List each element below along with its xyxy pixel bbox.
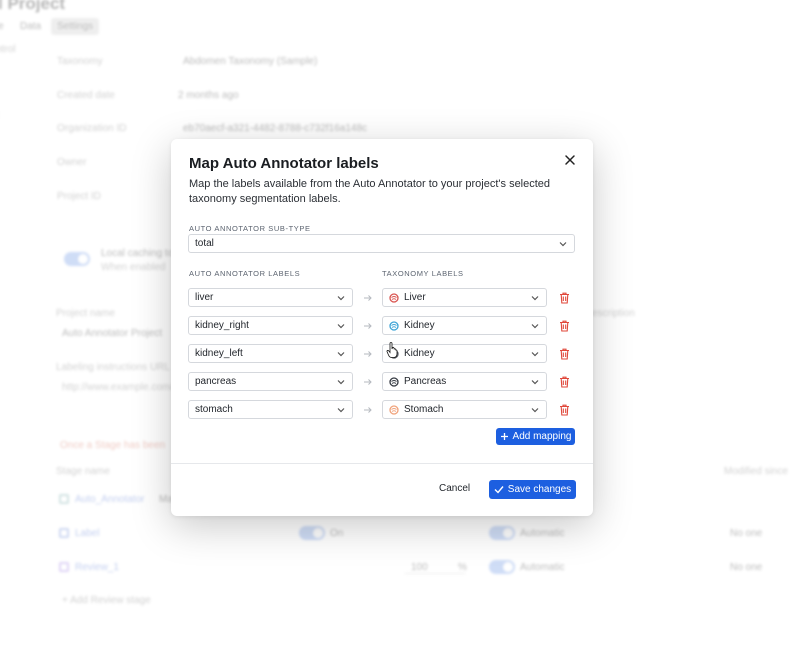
- taxonomy-label-select[interactable]: Kidney: [382, 344, 547, 363]
- source-label-select[interactable]: kidney_right: [188, 316, 353, 335]
- taxonomy-label-select[interactable]: Stomach: [382, 400, 547, 419]
- trash-icon[interactable]: [559, 376, 570, 388]
- hand-cursor-icon: [386, 342, 398, 358]
- arrow-right-icon: [364, 323, 372, 329]
- auto-annotator-labels-header: AUTO ANNOTATOR LABELS: [189, 269, 301, 278]
- organ-icon: [389, 320, 399, 331]
- plus-icon: [500, 433, 508, 440]
- organ-icon: [389, 404, 399, 415]
- chevron-down-icon: [337, 352, 345, 357]
- source-label-value: pancreas: [195, 376, 237, 387]
- taxonomy-label-select[interactable]: Pancreas: [382, 372, 547, 391]
- chevron-down-icon: [337, 408, 345, 413]
- trash-icon[interactable]: [559, 292, 570, 304]
- modal-description: Map the labels available from the Auto A…: [189, 178, 551, 205]
- check-icon: [494, 486, 504, 494]
- source-label-select[interactable]: liver: [188, 288, 353, 307]
- chevron-down-icon: [531, 324, 539, 329]
- source-label-value: stomach: [195, 404, 233, 415]
- taxonomy-label-value: Kidney: [404, 348, 435, 359]
- arrow-right-icon: [364, 407, 372, 413]
- taxonomy-label-value: Kidney: [404, 320, 435, 331]
- chevron-down-icon: [337, 380, 345, 385]
- add-mapping-label: Add mapping: [512, 431, 572, 442]
- trash-icon[interactable]: [559, 320, 570, 332]
- subtype-label: AUTO ANNOTATOR SUB-TYPE: [189, 224, 311, 233]
- taxonomy-label-value: Liver: [404, 292, 426, 303]
- organ-icon: [389, 292, 399, 303]
- source-label-value: liver: [195, 292, 214, 303]
- arrow-right-icon: [364, 379, 372, 385]
- modal-footer-divider: [171, 463, 593, 464]
- chevron-down-icon: [531, 352, 539, 357]
- modal-title: Map Auto Annotator labels: [189, 155, 379, 172]
- close-icon[interactable]: [563, 153, 577, 167]
- chevron-down-icon: [531, 296, 539, 301]
- subtype-select[interactable]: total: [188, 234, 575, 253]
- chevron-down-icon: [337, 324, 345, 329]
- source-label-value: kidney_left: [195, 348, 243, 359]
- chevron-down-icon: [337, 296, 345, 301]
- taxonomy-labels-header: TAXONOMY LABELS: [382, 269, 464, 278]
- save-changes-button[interactable]: Save changes: [489, 480, 576, 499]
- chevron-down-icon: [559, 242, 567, 247]
- trash-icon[interactable]: [559, 348, 570, 360]
- taxonomy-label-select[interactable]: Kidney: [382, 316, 547, 335]
- taxonomy-label-value: Stomach: [404, 404, 444, 415]
- source-label-select[interactable]: pancreas: [188, 372, 353, 391]
- taxonomy-label-select[interactable]: Liver: [382, 288, 547, 307]
- source-label-select[interactable]: kidney_left: [188, 344, 353, 363]
- chevron-down-icon: [531, 408, 539, 413]
- map-labels-modal: Map Auto Annotator labels Map the labels…: [171, 139, 593, 516]
- cancel-button[interactable]: Cancel: [439, 483, 470, 494]
- taxonomy-label-value: Pancreas: [404, 376, 447, 387]
- source-label-select[interactable]: stomach: [188, 400, 353, 419]
- save-changes-label: Save changes: [507, 484, 572, 495]
- chevron-down-icon: [531, 380, 539, 385]
- arrow-right-icon: [364, 351, 372, 357]
- source-label-value: kidney_right: [195, 320, 249, 331]
- organ-icon: [389, 376, 399, 387]
- subtype-value: total: [195, 238, 214, 249]
- add-mapping-button[interactable]: Add mapping: [496, 428, 575, 445]
- trash-icon[interactable]: [559, 404, 570, 416]
- arrow-right-icon: [364, 295, 372, 301]
